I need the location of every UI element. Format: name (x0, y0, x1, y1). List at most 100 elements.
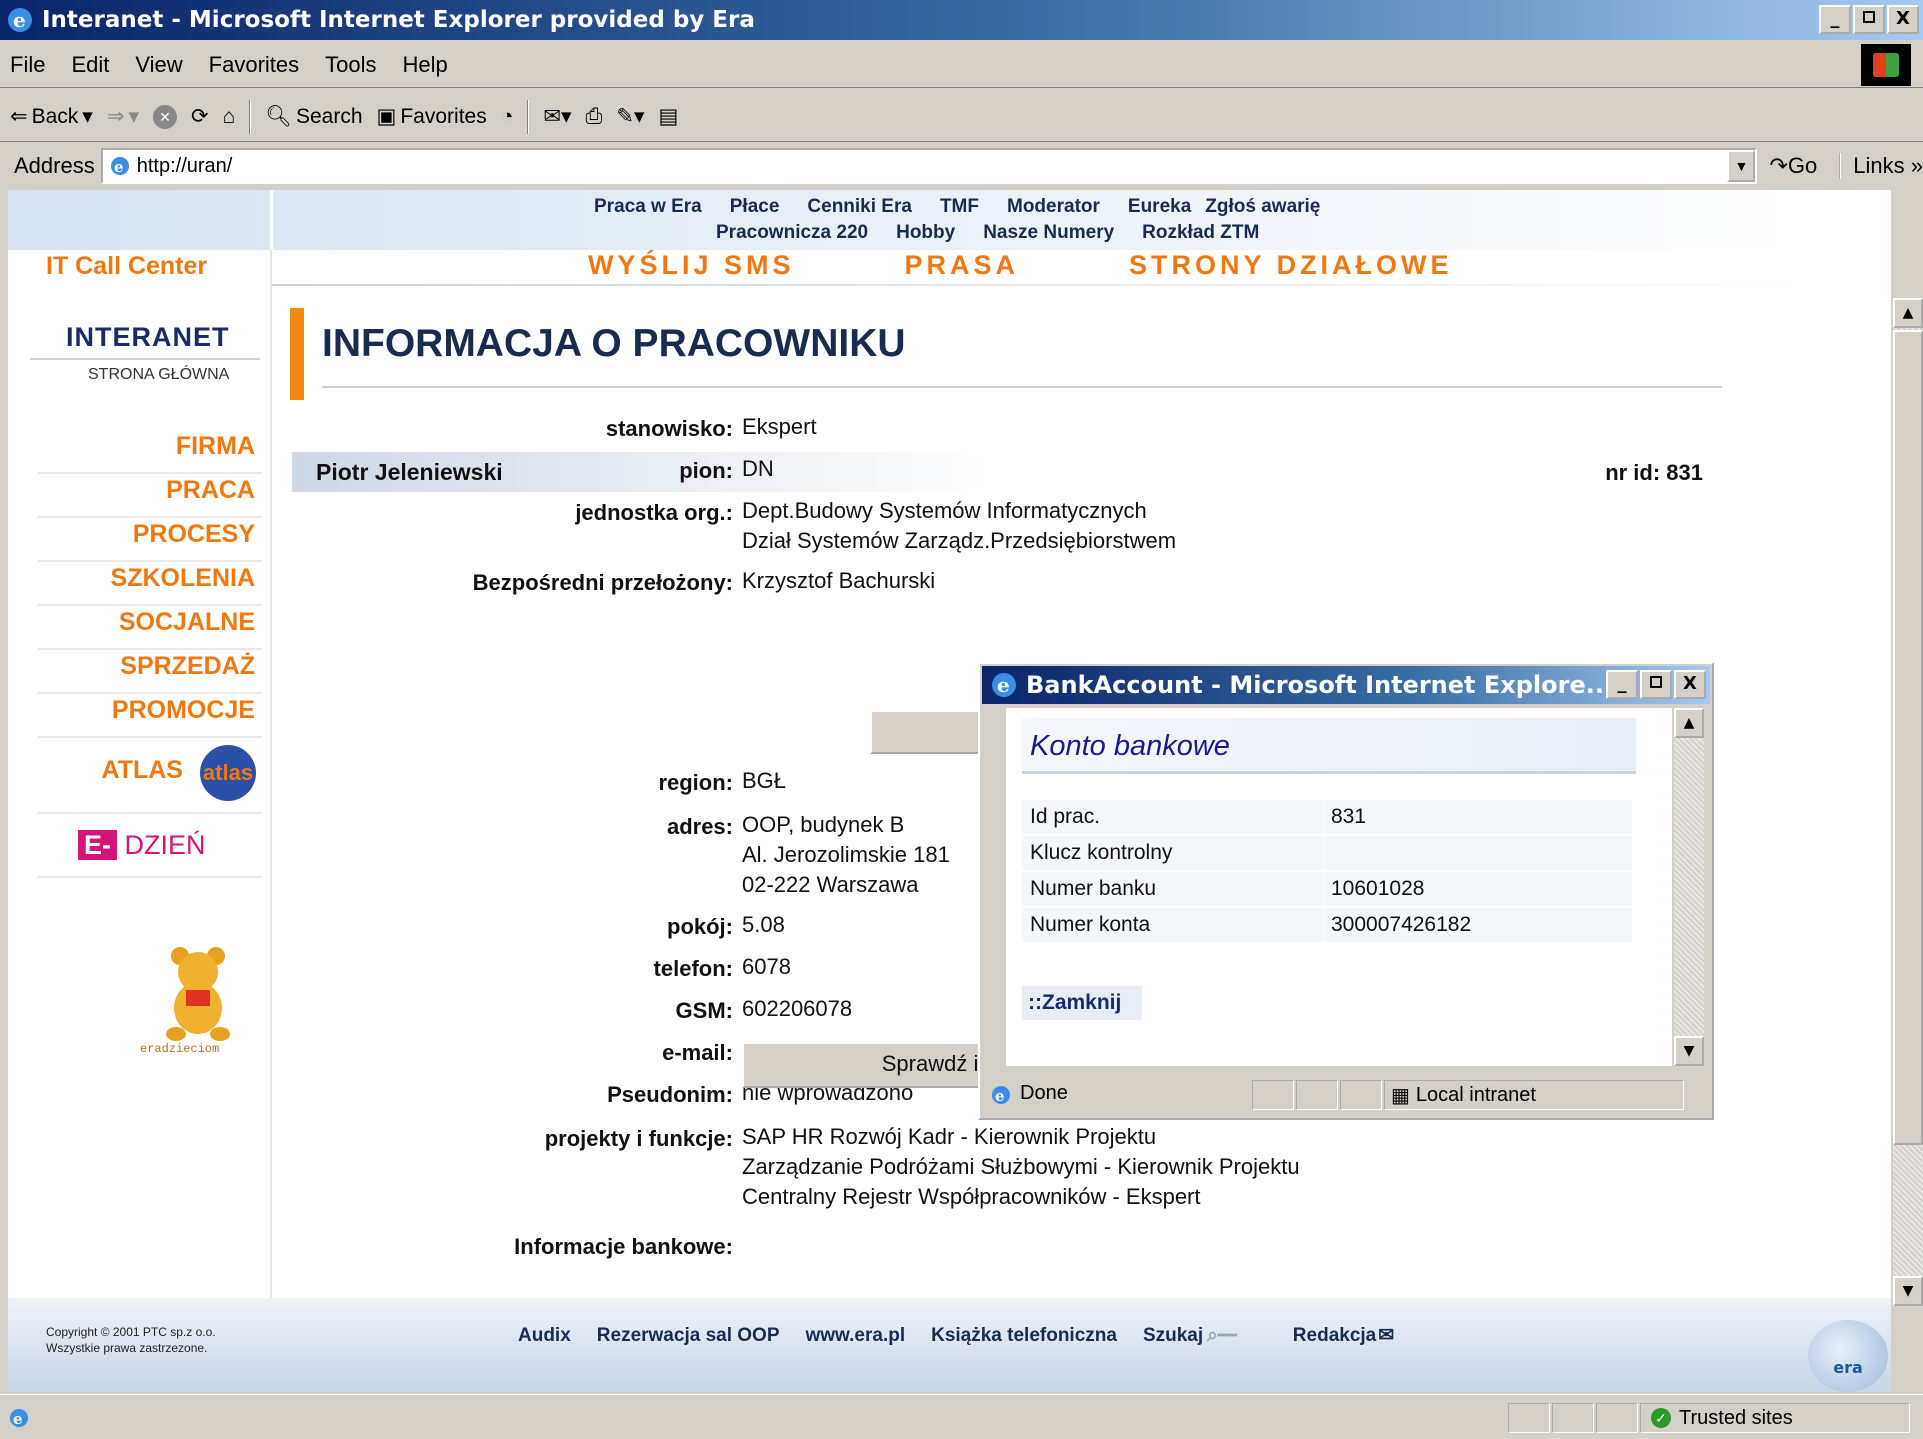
link-wyslij-sms[interactable]: WYŚLIJ SMS (588, 250, 795, 280)
svg-text:e: e (995, 1087, 1005, 1105)
nav-item-sprzedaz[interactable]: SPRZEDAŻ (120, 652, 255, 681)
stop-icon[interactable]: ✕ (153, 104, 177, 129)
go-button[interactable]: ↷Go (1769, 153, 1817, 179)
nav-divider (38, 648, 262, 650)
menu-view[interactable]: View (135, 52, 182, 78)
popup-title: BankAccount - Microsoft Internet Explore… (1026, 671, 1614, 699)
it-call-center-link[interactable]: IT Call Center (46, 252, 207, 281)
table-row: Klucz kontrolny (1022, 836, 1632, 870)
toolbar-separator (527, 99, 530, 134)
menu-favorites[interactable]: Favorites (209, 52, 299, 78)
link-rozklad-ztm[interactable]: Rozkład ZTM (1142, 222, 1259, 243)
close-link-button[interactable]: ::Zamknij (1022, 986, 1142, 1020)
link-pracownicza-220[interactable]: Pracownicza 220 (716, 222, 868, 243)
nav-strona-glowna[interactable]: STRONA GŁÓWNA (88, 366, 229, 384)
footer-links: Audix Rezerwacja sal OOP www.era.pl Książka… (518, 1324, 1420, 1347)
field-value-adres-2: Al. Jerozolimskie 181 (742, 842, 950, 867)
link-prasa[interactable]: PRASA (905, 250, 1020, 280)
link-nasze-numery[interactable]: Nasze Numery (983, 222, 1114, 243)
minimize-button[interactable]: _ (1819, 5, 1851, 34)
mail-icon[interactable]: ✉▾ (543, 104, 571, 129)
nav-item-szkolenia[interactable]: SZKOLENIA (111, 564, 255, 593)
back-button[interactable]: ⇐ Back ▾ (10, 104, 93, 129)
menu-tools[interactable]: Tools (325, 52, 376, 78)
footer-link-redakcja[interactable]: Redakcja (1293, 1325, 1376, 1346)
footer-link-szukaj[interactable]: Szukaj (1143, 1325, 1203, 1346)
era-logo[interactable]: era (1808, 1320, 1888, 1392)
nav-item-procesy[interactable]: PROCESY (133, 520, 255, 549)
window-title-bar[interactable]: e Interanet - Microsoft Internet Explore… (0, 0, 1923, 40)
popup-maximize-button[interactable] (1640, 670, 1672, 699)
field-label-telefon: telefon: (653, 956, 733, 981)
edit-icon[interactable]: ✎▾ (616, 104, 644, 129)
popup-scrollbar[interactable]: ▲ ▼ (1674, 708, 1704, 1066)
refresh-icon[interactable]: ⟳ (191, 104, 209, 129)
toolbar-separator (249, 99, 252, 134)
maximize-button[interactable] (1853, 5, 1885, 34)
history-icon[interactable]: ◔ (501, 105, 514, 129)
link-eureka[interactable]: Eureka (1128, 196, 1191, 217)
menu-file[interactable]: File (10, 52, 45, 78)
link-place[interactable]: Płace (730, 196, 780, 217)
magnifier-icon[interactable]: ⌕━ (1207, 1325, 1237, 1346)
close-button[interactable]: X (1887, 5, 1919, 34)
address-input[interactable]: e http://uran/ ▼ (100, 148, 1758, 184)
link-strony-dzialowe[interactable]: STRONY DZIAŁOWE (1129, 250, 1453, 280)
link-zglos-awarie[interactable]: Zgłoś awarię (1205, 196, 1320, 217)
nav-item-atlas[interactable]: ATLAS (102, 756, 183, 785)
svg-text:e: e (114, 158, 124, 176)
hidden-button[interactable] (870, 710, 990, 754)
field-label-pseudonim: Pseudonim: (607, 1082, 733, 1107)
teddy-bear-icon[interactable] (158, 942, 238, 1042)
envelope-icon[interactable]: ✉ (1378, 1325, 1394, 1346)
field-label-gsm: GSM: (675, 998, 733, 1023)
e-dzien-link[interactable]: E- DZIEŃ (78, 830, 206, 861)
forward-button[interactable]: ⇒ ▾ (107, 104, 139, 129)
nav-item-socjalne[interactable]: SOCJALNE (119, 608, 255, 637)
field-label-przelozony: Bezpośredni przełożony: (472, 570, 733, 595)
home-icon[interactable]: ⌂ (223, 105, 236, 129)
link-cenniki[interactable]: Cenniki Era (807, 196, 912, 217)
menu-help[interactable]: Help (403, 52, 448, 78)
popup-scroll-down-button[interactable]: ▼ (1674, 1036, 1704, 1066)
address-dropdown-button[interactable]: ▼ (1727, 150, 1756, 182)
scroll-thumb[interactable] (1893, 330, 1923, 1145)
field-value-pokoj: 5.08 (742, 912, 785, 937)
page-scrollbar[interactable]: ▲ ▼ (1893, 298, 1923, 1306)
nav-item-promocje[interactable]: PROMOCJE (112, 696, 255, 725)
popup-minimize-button[interactable]: _ (1606, 670, 1638, 699)
popup-title-bar[interactable]: e BankAccount - Microsoft Internet Explo… (982, 666, 1710, 704)
link-hobby[interactable]: Hobby (896, 222, 955, 243)
nav-item-firma[interactable]: FIRMA (176, 432, 255, 461)
top-links-row2: Pracownicza 220 Hobby Nasze Numery Rozkład … (716, 222, 1287, 244)
footer-link-era[interactable]: www.era.pl (806, 1325, 906, 1346)
scroll-down-button[interactable]: ▼ (1893, 1276, 1923, 1306)
nav-interanet[interactable]: INTERANET (66, 322, 230, 353)
favorites-button[interactable]: ▣ Favorites (377, 104, 487, 129)
eradzieciom-label: eradzieciom (140, 1042, 220, 1056)
link-moderator[interactable]: Moderator (1007, 196, 1100, 217)
field-value-adres-1: OOP, budynek B (742, 812, 905, 837)
scroll-up-button[interactable]: ▲ (1893, 298, 1923, 328)
link-praca-w-era[interactable]: Praca w Era (594, 196, 702, 217)
menu-bar: File Edit View Favorites Tools Help (0, 42, 1923, 88)
forward-arrow-icon: ⇒ (106, 105, 125, 128)
popup-scroll-up-button[interactable]: ▲ (1674, 708, 1704, 738)
search-button[interactable]: 🔍︎ Search (265, 105, 362, 129)
security-zone: ✓ Trusted sites (1640, 1403, 1910, 1433)
print-icon[interactable]: ⎙ (586, 105, 603, 129)
links-button[interactable]: Links » (1839, 153, 1923, 179)
footer-link-rezerwacja[interactable]: Rezerwacja sal OOP (597, 1325, 780, 1346)
field-label-projekty: projekty i funkcje: (544, 1126, 733, 1151)
address-bar: Address e http://uran/ ▼ ↷Go Links » (0, 144, 1923, 188)
link-tmf[interactable]: TMF (940, 196, 979, 217)
atlas-logo[interactable]: atlas (200, 745, 256, 801)
field-value-przelozony[interactable]: Krzysztof Bachurski (742, 566, 935, 596)
footer-link-audix[interactable]: Audix (518, 1325, 571, 1346)
nav-item-praca[interactable]: PRACA (166, 476, 255, 505)
menu-edit[interactable]: Edit (71, 52, 109, 78)
discuss-icon[interactable]: ▤ (659, 104, 679, 129)
popup-close-button[interactable]: X (1674, 670, 1706, 699)
footer-link-ksiazka[interactable]: Książka telefoniczna (931, 1325, 1117, 1346)
address-label: Address (14, 153, 95, 178)
